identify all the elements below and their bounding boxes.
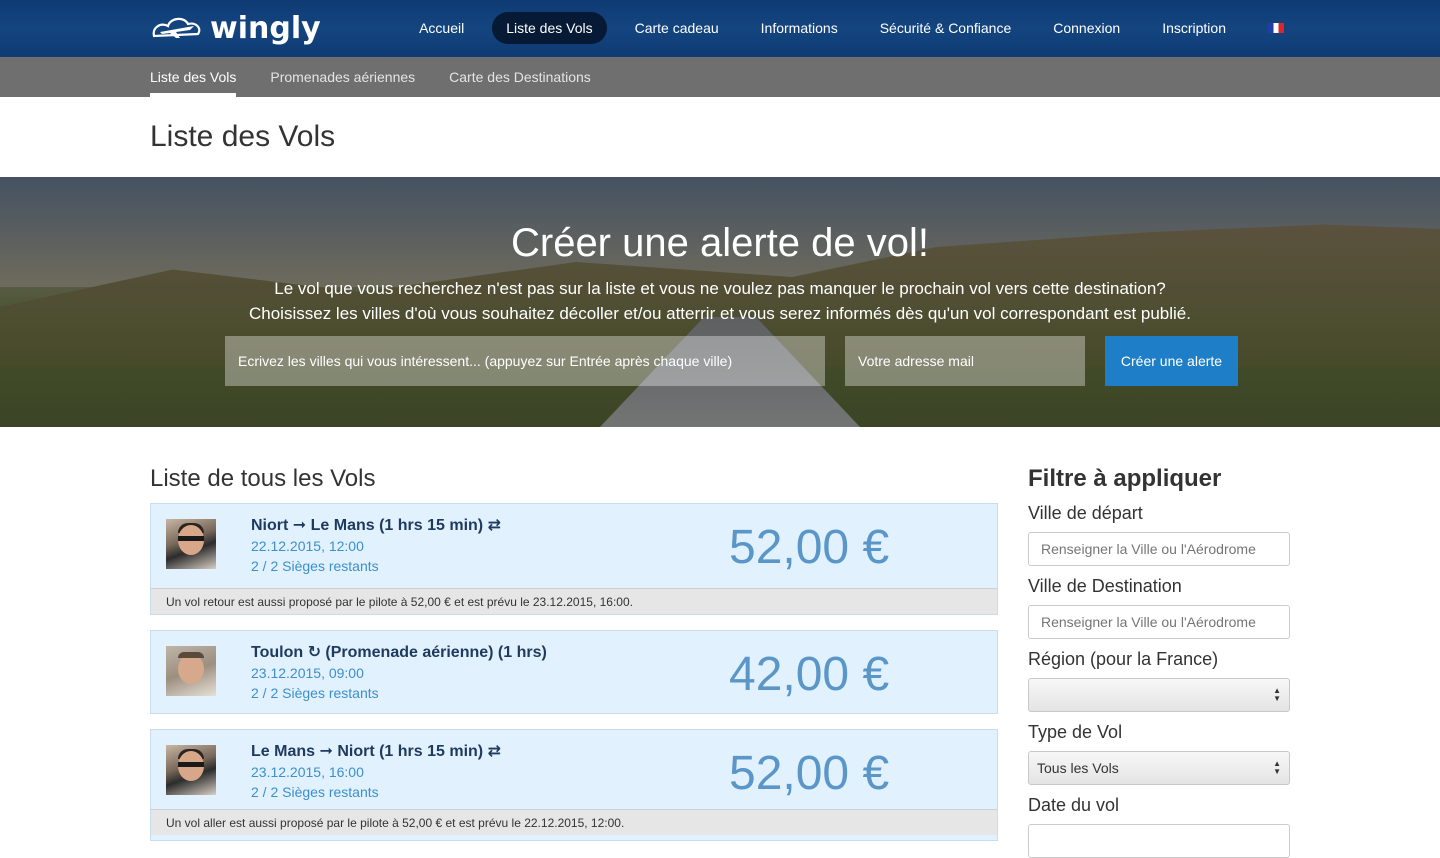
nav-item-inscription[interactable]: Inscription [1148, 12, 1240, 44]
subnav-item-carte-destinations[interactable]: Carte des Destinations [449, 57, 591, 97]
destination-input[interactable] [1028, 605, 1290, 639]
flight-date-label: Date du vol [1028, 795, 1120, 815]
flight-type-label: Type de Vol [1028, 722, 1123, 742]
brand-name: wingly [210, 10, 321, 46]
top-navbar: wingly Accueil Liste des Vols Carte cade… [0, 0, 1440, 57]
flight-alert-banner: Créer une alerte de vol! Le vol que vous… [0, 177, 1440, 427]
flights-list-title: Liste de tous les Vols [150, 465, 376, 492]
pilot-avatar[interactable] [166, 745, 216, 795]
flight-type-select-value: Tous les Vols [1037, 760, 1119, 776]
nav-item-informations[interactable]: Informations [747, 12, 852, 44]
create-alert-button[interactable]: Créer une alerte [1105, 336, 1238, 386]
flight-card[interactable]: Niort ➞ Le Mans (1 hrs 15 min) ⇄ 22.12.2… [150, 503, 998, 615]
departure-label: Ville de départ [1028, 503, 1143, 523]
destination-label: Ville de Destination [1028, 576, 1182, 596]
main-nav: Accueil Liste des Vols Carte cadeau Info… [391, 12, 1290, 44]
flight-route[interactable]: Le Mans ➞ Niort (1 hrs 15 min) ⇄ [251, 741, 501, 761]
flight-date: 23.12.2015, 16:00 [251, 764, 364, 780]
select-arrows-icon: ▲ ▼ [1273, 759, 1281, 776]
alert-email-input[interactable] [845, 336, 1085, 386]
nav-item-accueil[interactable]: Accueil [405, 12, 478, 44]
flight-route[interactable]: Niort ➞ Le Mans (1 hrs 15 min) ⇄ [251, 515, 501, 535]
flight-date: 23.12.2015, 09:00 [251, 665, 364, 681]
flight-seats: 2 / 2 Sièges restants [251, 558, 379, 574]
region-select[interactable]: ▲ ▼ [1028, 678, 1290, 712]
subnav-item-promenades[interactable]: Promenades aériennes [270, 57, 415, 97]
subnav-item-liste-des-vols[interactable]: Liste des Vols [150, 57, 237, 97]
flag-fr-icon[interactable] [1268, 23, 1284, 33]
flight-card[interactable]: Toulon ↻ (Promenade aérienne) (1 hrs) 23… [150, 630, 998, 714]
alert-description-line1: Le vol que vous recherchez n'est pas sur… [274, 279, 1166, 298]
alert-description-line2: Choisissez les villes d'où vous souhaite… [249, 304, 1191, 323]
flight-date-input[interactable] [1028, 824, 1290, 858]
alert-cities-input[interactable] [225, 336, 825, 386]
flight-card[interactable]: Le Mans ➞ Niort (1 hrs 15 min) ⇄ 23.12.2… [150, 729, 998, 841]
nav-item-connexion[interactable]: Connexion [1039, 12, 1134, 44]
flight-price: 42,00 € [729, 648, 890, 701]
flight-route[interactable]: Toulon ↻ (Promenade aérienne) (1 hrs) [251, 642, 547, 662]
brand-logo[interactable]: wingly [150, 10, 321, 46]
nav-item-liste-des-vols[interactable]: Liste des Vols [492, 12, 607, 44]
page-title: Liste des Vols [150, 120, 336, 153]
flight-date: 22.12.2015, 12:00 [251, 538, 364, 554]
filter-title: Filtre à appliquer [1028, 465, 1222, 492]
wingly-plane-icon [152, 17, 201, 38]
region-label: Région (pour la France) [1028, 649, 1219, 669]
flight-type-select[interactable]: Tous les Vols ▲ ▼ [1028, 751, 1290, 785]
nav-item-securite[interactable]: Sécurité & Confiance [866, 12, 1026, 44]
alert-title: Créer une alerte de vol! [510, 221, 929, 265]
return-flight-note: Un vol retour est aussi proposé par le p… [151, 588, 997, 614]
flight-seats: 2 / 2 Sièges restants [251, 784, 379, 800]
flight-price: 52,00 € [729, 521, 890, 574]
pilot-avatar[interactable] [166, 646, 216, 696]
pilot-avatar[interactable] [166, 519, 216, 569]
flight-price: 52,00 € [729, 747, 890, 800]
outbound-flight-note: Un vol aller est aussi proposé par le pi… [151, 809, 997, 835]
nav-item-carte-cadeau[interactable]: Carte cadeau [621, 12, 733, 44]
departure-input[interactable] [1028, 532, 1290, 566]
sub-navbar: Liste des Vols Promenades aériennes Cart… [0, 57, 1440, 97]
select-arrows-icon: ▲ ▼ [1273, 686, 1281, 703]
flight-seats: 2 / 2 Sièges restants [251, 685, 379, 701]
